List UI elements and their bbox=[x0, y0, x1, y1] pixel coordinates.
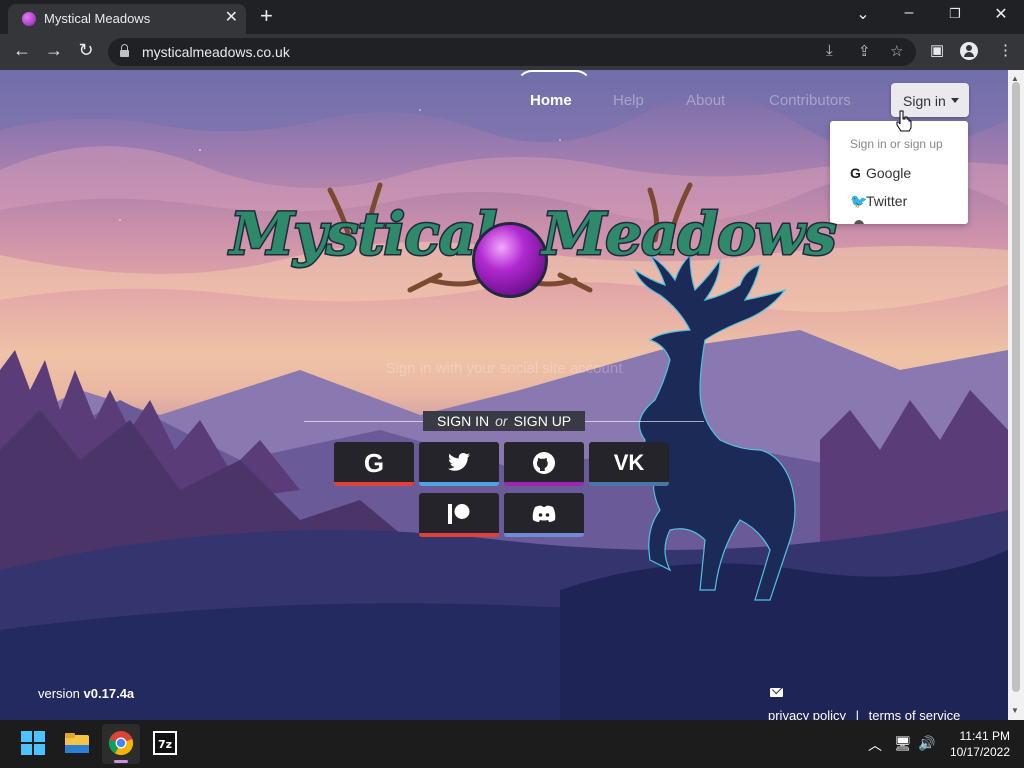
profile-avatar-icon[interactable] bbox=[960, 42, 978, 60]
clock-time: 11:41 PM bbox=[959, 729, 1010, 743]
terms-of-service-link[interactable]: terms of service bbox=[869, 708, 961, 720]
dropdown-item-label: Google bbox=[866, 165, 912, 181]
reload-icon[interactable]: ↻ bbox=[74, 40, 98, 61]
tab-close-icon[interactable]: ✕ bbox=[225, 9, 238, 27]
footer-separator: | bbox=[855, 708, 860, 720]
close-window-icon[interactable]: ✕ bbox=[986, 4, 1016, 24]
chrome-taskbar-button[interactable] bbox=[102, 724, 140, 764]
network-icon[interactable]: 🖥 bbox=[894, 735, 912, 752]
file-explorer-icon[interactable] bbox=[64, 730, 90, 756]
windows-taskbar: 7z ︿ 🖥 🔊 11:41 PM 10/17/2022 bbox=[0, 720, 1024, 768]
footer-links: privacy policy | terms of service bbox=[768, 708, 960, 720]
dropdown-next-item-icon bbox=[854, 220, 864, 224]
sign-up-text: SIGN UP bbox=[513, 413, 572, 429]
dropdown-item-label: Twitter bbox=[866, 193, 908, 209]
bookmark-star-icon[interactable]: ☆ bbox=[890, 42, 903, 60]
new-tab-icon[interactable]: + bbox=[260, 5, 273, 27]
page-viewport: Home Help About Contributors Sign in Sig… bbox=[0, 70, 1008, 720]
browser-tab[interactable]: Mystical Meadows ✕ bbox=[8, 4, 246, 34]
google-icon: G bbox=[850, 165, 861, 181]
google-login-button[interactable]: G bbox=[334, 442, 414, 486]
tab-search-icon[interactable]: ⌄ bbox=[848, 4, 878, 24]
home-active-indicator bbox=[516, 70, 592, 86]
side-panel-icon[interactable]: ▣ bbox=[930, 41, 944, 59]
github-login-button[interactable] bbox=[504, 442, 584, 486]
tab-title: Mystical Meadows bbox=[44, 11, 151, 26]
discord-login-button[interactable] bbox=[504, 493, 584, 537]
privacy-policy-link[interactable]: privacy policy bbox=[768, 708, 846, 720]
caret-down-icon bbox=[951, 98, 959, 103]
version-number: v0.17.4a bbox=[83, 686, 135, 701]
mystical-meadows-logo: Mystical Meadows bbox=[228, 170, 838, 310]
google-icon: G bbox=[363, 448, 385, 478]
windows-start-icon[interactable] bbox=[20, 730, 46, 756]
mail-icon[interactable] bbox=[770, 688, 783, 697]
nav-home-link[interactable]: Home bbox=[530, 92, 572, 109]
sign-in-dropdown: Sign in or sign up G Google 🐦Twitter bbox=[830, 121, 968, 224]
svg-text:7z: 7z bbox=[158, 738, 172, 751]
menu-kebab-icon[interactable]: ⋮ bbox=[998, 41, 1013, 59]
page-scrollbar[interactable]: ▲ ▼ bbox=[1008, 70, 1024, 720]
site-favicon-icon bbox=[22, 12, 36, 26]
twitter-icon bbox=[448, 453, 470, 471]
browser-toolbar: ← → ↻ mysticalmeadows.co.uk ⤓ ⇪ ☆ ▣ ⋮ bbox=[0, 34, 1024, 70]
clock-date: 10/17/2022 bbox=[949, 745, 1010, 759]
version-prefix: version bbox=[38, 686, 80, 701]
chrome-icon bbox=[108, 731, 134, 756]
nav-contributors-link[interactable]: Contributors bbox=[769, 92, 851, 109]
or-text: or bbox=[495, 413, 508, 429]
nav-help-link[interactable]: Help bbox=[613, 92, 644, 109]
browser-tab-bar: Mystical Meadows ✕ + ⌄ – ❐ ✕ bbox=[0, 0, 1024, 34]
discord-icon bbox=[532, 505, 556, 522]
forward-icon[interactable]: → bbox=[42, 40, 66, 61]
system-clock[interactable]: 11:41 PM 10/17/2022 bbox=[948, 728, 1010, 760]
lock-icon[interactable] bbox=[120, 44, 129, 57]
purple-orb-icon bbox=[472, 222, 548, 298]
sign-in-or-sign-up-label: SIGN IN or SIGN UP bbox=[423, 411, 586, 431]
tagline: Sign in with your social site account bbox=[385, 360, 623, 377]
logo-word-right: Meadows bbox=[541, 199, 839, 270]
show-hidden-icons-icon[interactable]: ︿ bbox=[868, 735, 882, 755]
dropdown-item-google[interactable]: G Google bbox=[850, 165, 911, 181]
minimize-icon[interactable]: – bbox=[894, 4, 924, 22]
patreon-icon bbox=[448, 504, 470, 524]
twitter-login-button[interactable] bbox=[419, 442, 499, 486]
dropdown-item-twitter[interactable]: 🐦Twitter bbox=[850, 193, 907, 210]
share-icon[interactable]: ⇪ bbox=[858, 42, 871, 60]
active-app-indicator bbox=[114, 760, 128, 763]
restore-icon[interactable]: ❐ bbox=[940, 6, 970, 22]
mouse-pointer-hand-icon bbox=[896, 110, 912, 132]
vk-login-button[interactable]: VK bbox=[589, 442, 669, 486]
volume-icon[interactable]: 🔊 bbox=[918, 735, 935, 752]
nav-about-link[interactable]: About bbox=[686, 92, 725, 109]
sign-in-text: SIGN IN bbox=[437, 413, 490, 429]
vk-icon: VK bbox=[613, 450, 645, 475]
address-bar[interactable]: mysticalmeadows.co.uk ⤓ ⇪ ☆ bbox=[108, 38, 916, 66]
7zip-icon[interactable]: 7z bbox=[152, 730, 178, 756]
github-icon bbox=[533, 452, 555, 474]
patreon-login-button[interactable] bbox=[419, 493, 499, 537]
install-app-icon[interactable]: ⤓ bbox=[826, 42, 833, 59]
scroll-thumb[interactable] bbox=[1012, 82, 1020, 692]
dropdown-header: Sign in or sign up bbox=[850, 137, 943, 151]
url-text[interactable]: mysticalmeadows.co.uk bbox=[142, 44, 290, 60]
back-icon[interactable]: ← bbox=[10, 40, 34, 61]
logo-word-left: Mystical bbox=[228, 199, 498, 270]
scroll-down-icon[interactable]: ▼ bbox=[1011, 706, 1019, 715]
version-label: version v0.17.4a bbox=[38, 686, 134, 701]
sign-in-label: Sign in bbox=[903, 93, 946, 109]
twitter-icon: 🐦 bbox=[850, 193, 868, 209]
